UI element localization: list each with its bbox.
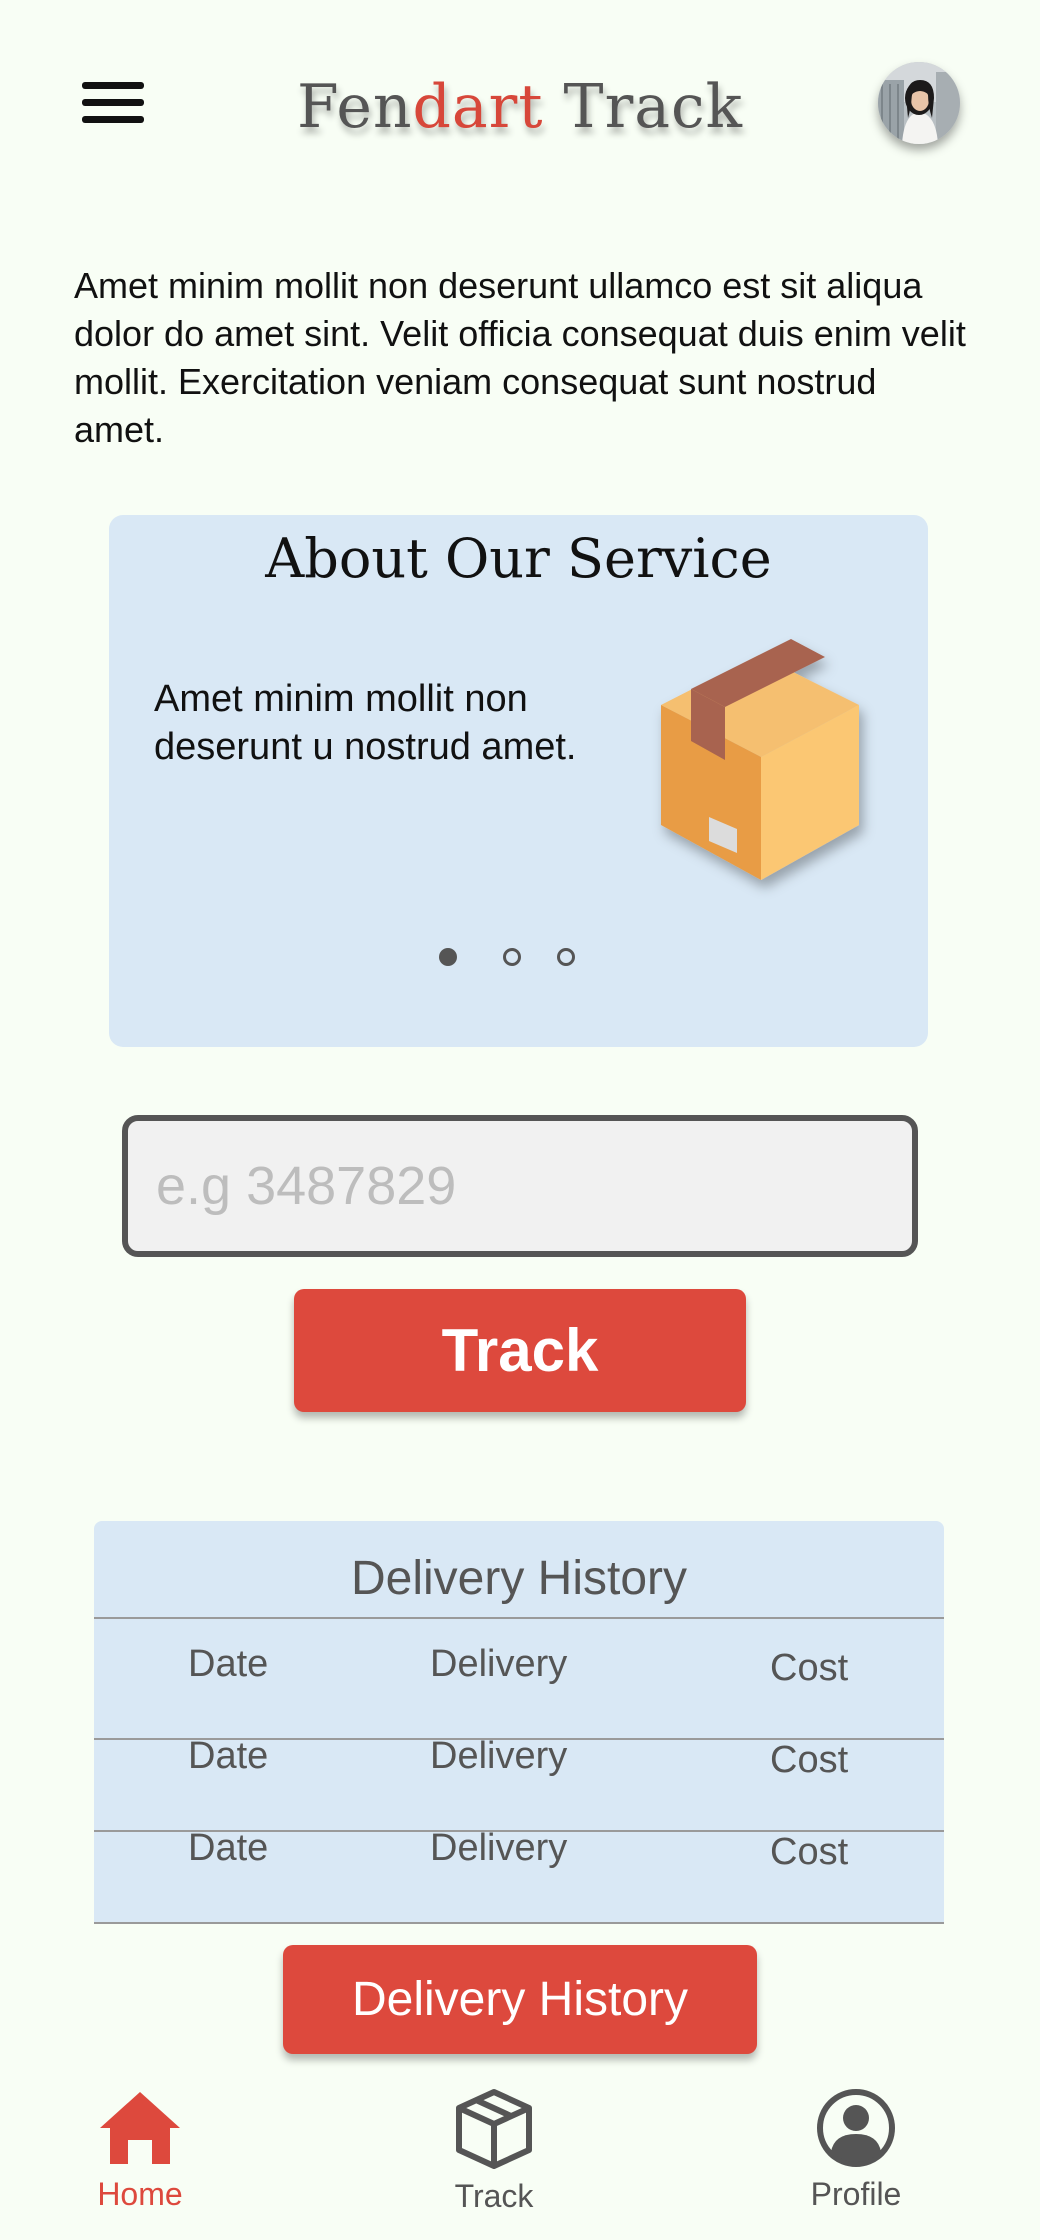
carousel-dot-1[interactable]	[439, 948, 457, 966]
avatar-photo	[878, 62, 960, 144]
carousel-dot-2[interactable]	[503, 948, 521, 966]
nav-track-label: Track	[454, 2178, 534, 2214]
box-icon	[456, 2089, 532, 2169]
user-circle-icon	[817, 2089, 895, 2167]
track-button[interactable]: Track	[294, 1289, 746, 1412]
intro-paragraph: Amet minim mollit non deserunt ullamco e…	[74, 265, 966, 450]
table-row[interactable]: Date Delivery Cost	[94, 1803, 944, 1893]
package-box-icon	[661, 639, 859, 880]
delivery-history-button[interactable]: Delivery History	[283, 1945, 757, 2054]
service-description: Amet minim mollit non deserunt u nostrud…	[154, 678, 577, 768]
cell-delivery: Delivery	[430, 1643, 568, 1685]
nav-profile-label: Profile	[810, 2176, 902, 2212]
carousel-dot-3[interactable]	[557, 948, 575, 966]
home-icon	[100, 2092, 180, 2164]
nav-track[interactable]: Track	[394, 2088, 594, 2228]
cell-cost: Cost	[770, 1647, 849, 1689]
cell-cost: Cost	[770, 1831, 849, 1873]
delivery-history-panel: Delivery History Date Delivery Cost Date…	[94, 1521, 944, 1924]
service-title: About Our Service	[265, 527, 772, 590]
delivery-history-title: Delivery History	[350, 1552, 688, 1605]
service-carousel-card[interactable]: About Our Service Amet minim mollit non …	[109, 515, 928, 1047]
nav-home-label: Home	[97, 2176, 183, 2212]
cell-date: Date	[188, 1827, 269, 1869]
cell-delivery: Delivery	[430, 1735, 568, 1777]
cell-date: Date	[188, 1735, 269, 1777]
cell-delivery: Delivery	[430, 1827, 568, 1869]
table-row[interactable]: Date Delivery Cost	[94, 1619, 944, 1709]
cell-cost: Cost	[770, 1739, 849, 1781]
logo-part-1: Fen	[297, 72, 413, 142]
tracking-number-input[interactable]	[122, 1115, 918, 1257]
cell-date: Date	[188, 1643, 269, 1685]
carousel-dots	[109, 948, 928, 972]
divider	[94, 1922, 944, 1924]
nav-home[interactable]: Home	[40, 2088, 240, 2228]
logo-accent: dart	[412, 72, 544, 142]
avatar[interactable]	[878, 62, 960, 144]
nav-profile[interactable]: Profile	[756, 2088, 956, 2228]
logo-part-2: Track	[543, 72, 743, 142]
table-row[interactable]: Date Delivery Cost	[94, 1711, 944, 1801]
